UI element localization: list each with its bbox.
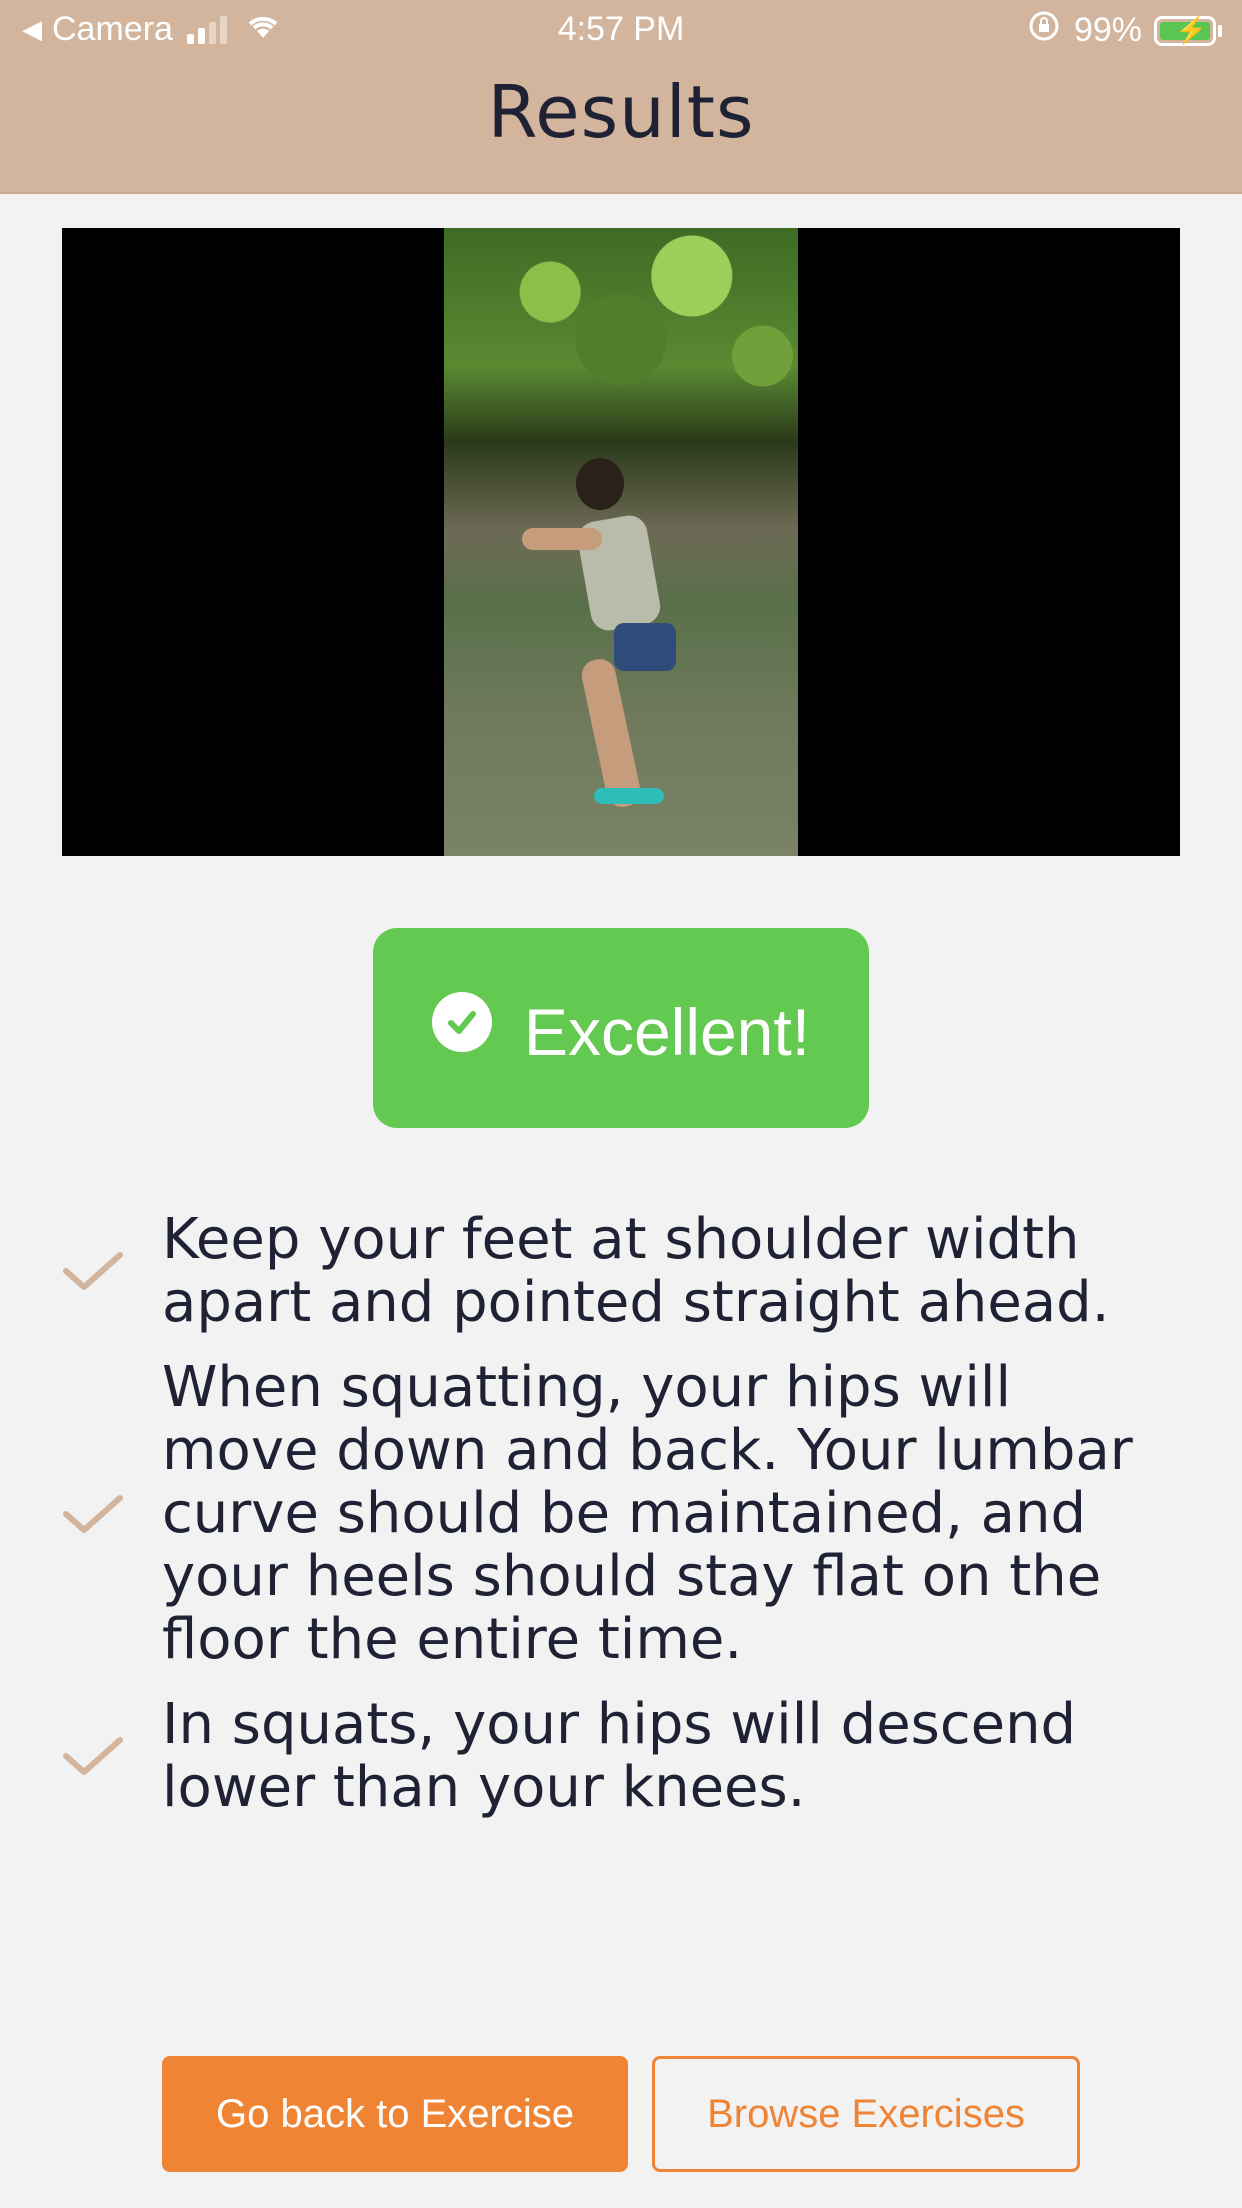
battery-icon: ⚡ (1154, 15, 1216, 46)
page-title: Results (487, 70, 755, 154)
result-video[interactable] (62, 228, 1180, 856)
list-item: In squats, your hips will descend lower … (62, 1693, 1180, 1819)
video-frame-squat (444, 228, 798, 856)
go-back-to-exercise-button[interactable]: Go back to Exercise (162, 2056, 628, 2172)
tip-text: Keep your feet at shoulder width apart a… (162, 1207, 1110, 1335)
browse-exercises-button[interactable]: Browse Exercises (652, 2056, 1080, 2172)
list-item: When squatting, your hips will move down… (62, 1356, 1180, 1671)
tips-list: Keep your feet at shoulder width apart a… (62, 1208, 1180, 1841)
status-bar: ◀ Camera 4:57 PM 99% ⚡ (0, 0, 1242, 62)
battery-percent: 99% (1073, 11, 1142, 49)
tip-text: When squatting, your hips will move down… (162, 1355, 1133, 1672)
checkmark-icon (62, 1249, 162, 1293)
result-label: Excellent! (523, 995, 811, 1069)
header-bar: ◀ Camera 4:57 PM 99% ⚡ Results (0, 0, 1242, 194)
tip-text: In squats, your hips will descend lower … (162, 1692, 1077, 1820)
checkmark-icon (62, 1734, 162, 1778)
checkmark-icon (62, 1492, 162, 1536)
rotation-lock-icon (1028, 10, 1060, 51)
check-circle-icon (431, 992, 492, 1052)
result-badge: Excellent! (373, 928, 869, 1128)
list-item: Keep your feet at shoulder width apart a… (62, 1208, 1180, 1334)
